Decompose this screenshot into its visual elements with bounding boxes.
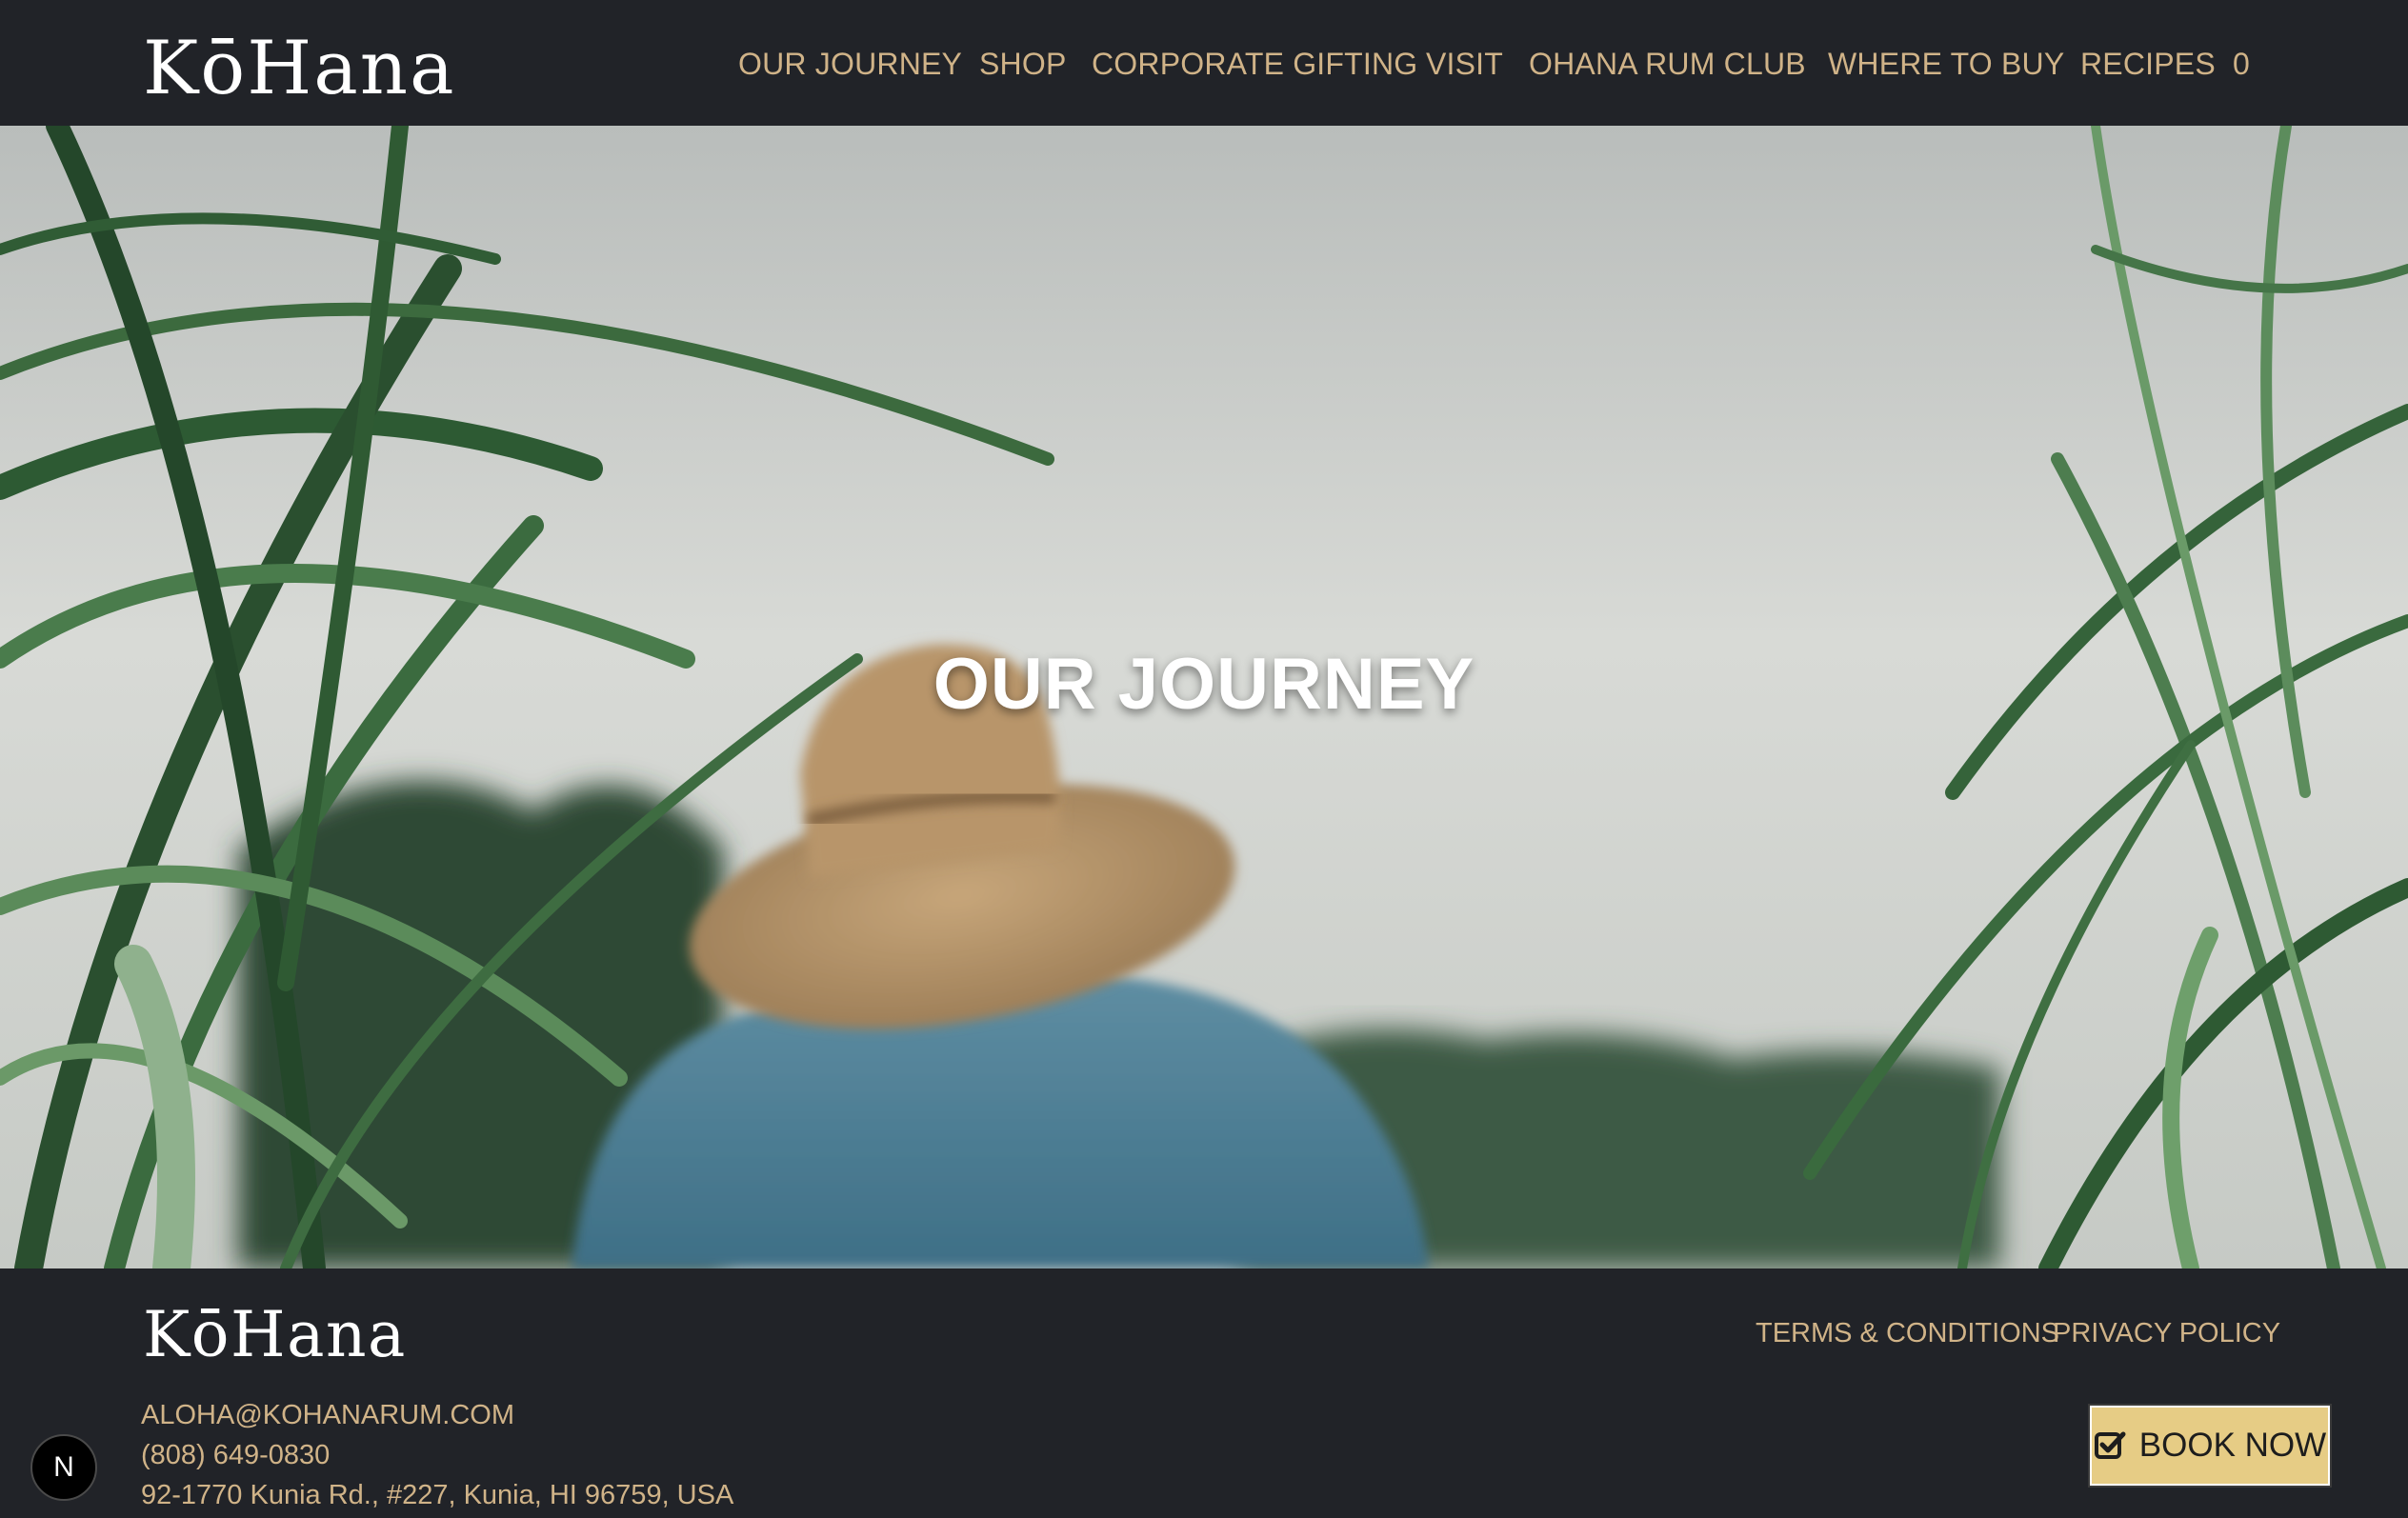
cart-count[interactable]: 0 xyxy=(2233,44,2250,84)
hero-title: OUR JOURNEY xyxy=(933,644,1475,725)
nav-ohana-rum-club[interactable]: OHANA RUM CLUB xyxy=(1529,44,1806,84)
checkbox-check-icon xyxy=(2094,1431,2126,1459)
email-link[interactable]: ALOHA@KOHANARUM.COM xyxy=(141,1400,514,1431)
nav-shop[interactable]: SHOP xyxy=(979,44,1067,84)
nextjs-badge[interactable]: N xyxy=(30,1434,97,1501)
nav-visit[interactable]: VISIT xyxy=(1426,44,1503,84)
site-header: KōHana OUR JOURNEY SHOP CORPORATE GIFTIN… xyxy=(0,0,2408,126)
privacy-link[interactable]: PRIVACY POLICY xyxy=(2053,1318,2280,1349)
book-now-label: BOOK NOW xyxy=(2138,1427,2327,1464)
nav-where-to-buy[interactable]: WHERE TO BUY xyxy=(1828,44,2064,84)
nav-corporate-gifting[interactable]: CORPORATE GIFTING xyxy=(1092,44,1417,84)
site-footer: KōHana TERMS & CONDITIONS PRIVACY POLICY… xyxy=(0,1268,2408,1518)
terms-link[interactable]: TERMS & CONDITIONS xyxy=(1756,1318,2059,1349)
book-now-button[interactable]: BOOK NOW xyxy=(2090,1406,2330,1486)
nav-our-journey[interactable]: OUR JOURNEY xyxy=(738,44,962,84)
footer-kohana-logo[interactable]: KōHana xyxy=(143,1295,429,1364)
nav-recipes[interactable]: RECIPES xyxy=(2080,44,2216,84)
svg-text:KōHana: KōHana xyxy=(143,1298,407,1364)
n-letter: N xyxy=(53,1451,74,1483)
main-nav: OUR JOURNEY SHOP CORPORATE GIFTING VISIT… xyxy=(0,0,2408,126)
hero-banner: OUR JOURNEY xyxy=(0,126,2408,1268)
phone-link[interactable]: (808) 649-0830 xyxy=(141,1440,330,1471)
address-text: 92-1770 Kunia Rd., #227, Kunia, HI 96759… xyxy=(141,1480,734,1510)
